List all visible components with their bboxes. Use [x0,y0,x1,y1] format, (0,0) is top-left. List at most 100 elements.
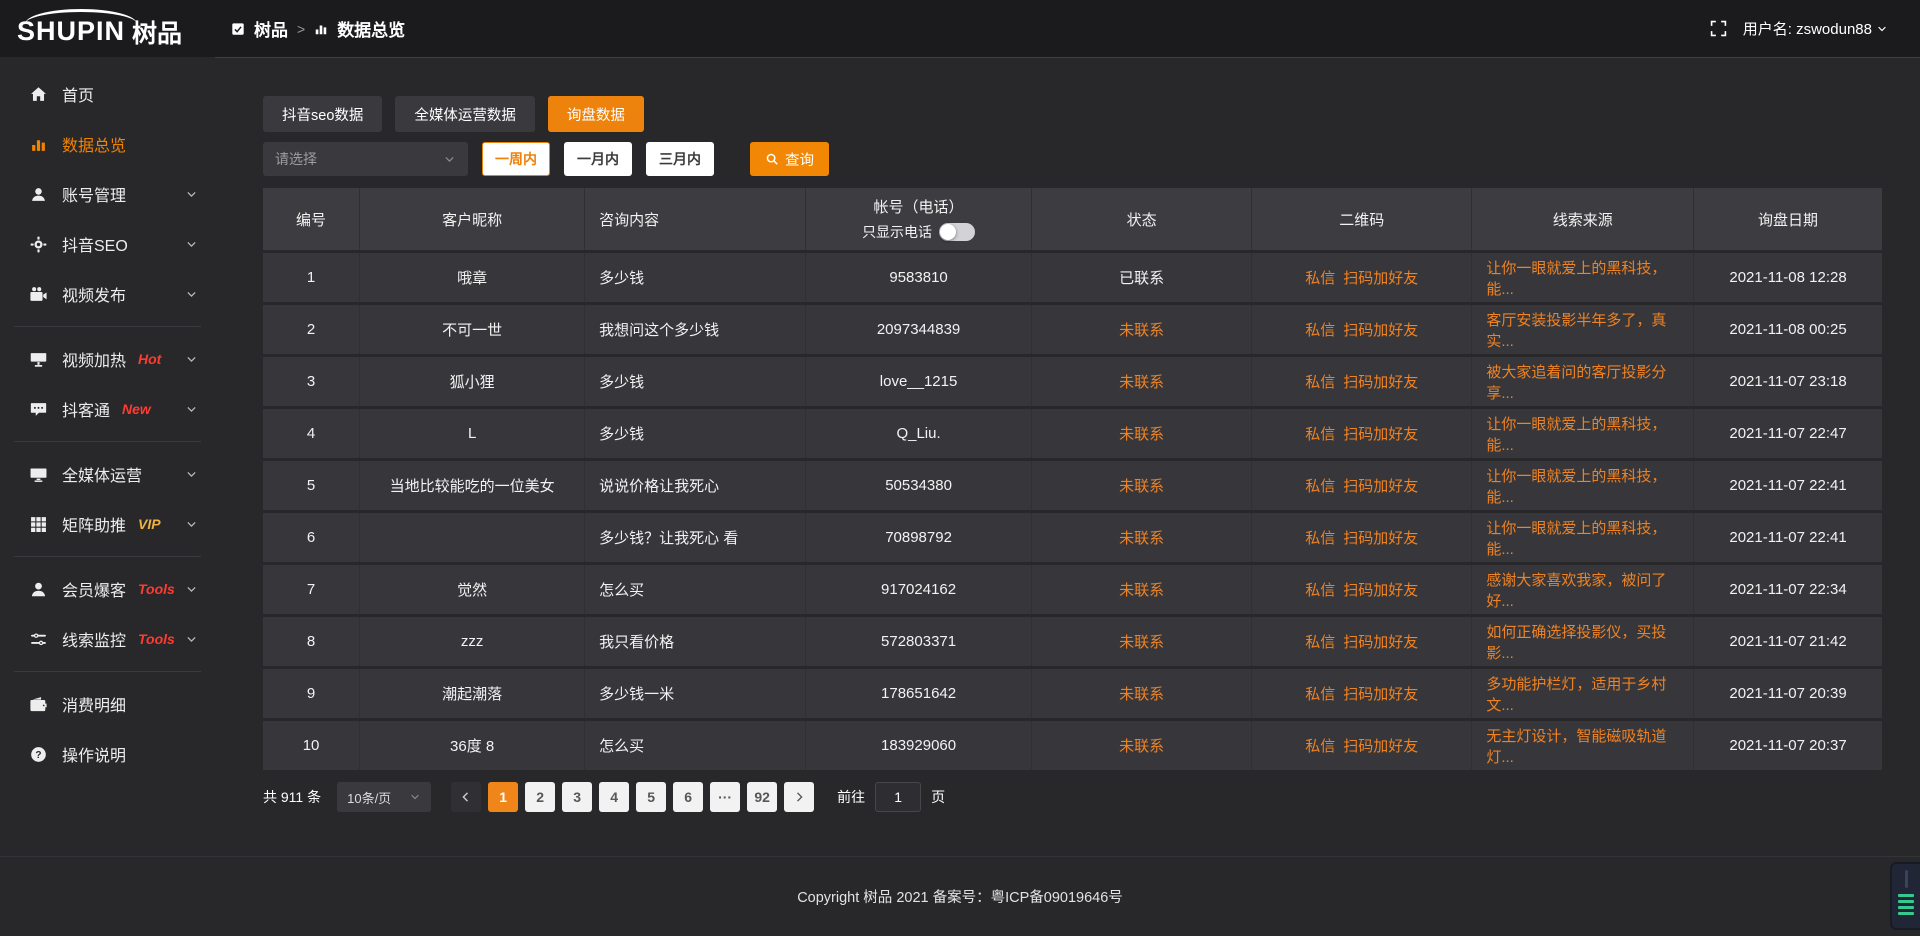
private-message-link[interactable]: 私信 [1305,319,1335,340]
sidebar-menu: 首页数据总览账号管理抖音SEO视频发布视频加热Hot抖客通New 全媒体运营矩阵助… [0,57,215,856]
sidebar-item-douketong[interactable]: 抖客通New [0,384,215,434]
sidebar-item-data-overview[interactable]: 数据总览 [0,119,215,169]
goto-page-input[interactable] [875,782,921,812]
page-ellipsis-button[interactable]: ··· [710,782,740,812]
search-button[interactable]: 查询 [750,142,829,176]
cell-source-link[interactable]: 让你一眼就爱上的黑科技，能... [1472,253,1694,302]
scan-add-friend-link[interactable]: 扫码加好友 [1343,475,1418,496]
app-logo[interactable]: SHUPIN 树品 [0,8,215,50]
cell-status: 未联系 [1032,617,1252,666]
tab-douyin-seo-data[interactable]: 抖音seo数据 [263,96,382,132]
cell-source-link[interactable]: 如何正确选择投影仪，买投影... [1472,617,1694,666]
cell-account: Q_Liu. [806,409,1032,458]
cell-source-link[interactable]: 无主灯设计，智能磁吸轨道灯... [1472,721,1694,770]
cell-nickname: 36度 8 [360,721,585,770]
cell-content: 我想问这个多少钱 [585,305,806,354]
col-header-source: 线索来源 [1472,188,1694,250]
floating-widget[interactable] [1890,862,1920,930]
cell-source-link[interactable]: 客厅安装投影半年多了，真实... [1472,305,1694,354]
col-header-status: 状态 [1032,188,1252,250]
toggle-knob [940,224,956,240]
cell-source-link[interactable]: 感谢大家喜欢我家，被问了好... [1472,565,1694,614]
widget-bar [1898,894,1914,897]
range-button-0[interactable]: 一周内 [482,142,550,176]
total-count: 共 911 条 [263,787,321,807]
private-message-link[interactable]: 私信 [1305,683,1335,704]
chevron-down-icon [185,288,198,301]
private-message-link[interactable]: 私信 [1305,579,1335,600]
scan-add-friend-link[interactable]: 扫码加好友 [1343,683,1418,704]
help-icon: ? [30,746,47,763]
cell-source-link[interactable]: 多功能护栏灯，适用于乡村文... [1472,669,1694,718]
cell-source-link[interactable]: 让你一眼就爱上的黑科技，能... [1472,513,1694,562]
next-page-button[interactable] [784,782,814,812]
svg-text:?: ? [35,750,41,761]
page-button-1[interactable]: 1 [488,782,518,812]
filter-select[interactable]: 请选择 [263,142,468,176]
chevron-down-icon [185,468,198,481]
scan-add-friend-link[interactable]: 扫码加好友 [1343,527,1418,548]
sidebar-item-member-burst[interactable]: 会员爆客Tools [0,564,215,614]
cell-id: 9 [263,669,360,718]
private-message-link[interactable]: 私信 [1305,475,1335,496]
page-button-2[interactable]: 2 [525,782,555,812]
cell-date: 2021-11-07 23:18 [1694,357,1882,406]
sidebar-item-video-heating[interactable]: 视频加热Hot [0,334,215,384]
private-message-link[interactable]: 私信 [1305,631,1335,652]
page-button-3[interactable]: 3 [562,782,592,812]
table-row: 9潮起潮落多少钱一米178651642未联系私信扫码加好友多功能护栏灯，适用于乡… [263,669,1882,718]
page-size-select[interactable]: 10条/页 [337,782,431,812]
breadcrumb-item-home[interactable]: 树品 [254,16,288,41]
phone-only-toggle[interactable] [939,223,975,241]
cell-source-link[interactable]: 被大家追着问的客厅投影分享... [1472,357,1694,406]
col-header-account-label: 帐号（电话） [874,196,964,217]
page-button-6[interactable]: 6 [673,782,703,812]
scan-add-friend-link[interactable]: 扫码加好友 [1343,735,1418,756]
cell-source-link[interactable]: 让你一眼就爱上的黑科技，能... [1472,461,1694,510]
sidebar-item-account-manage[interactable]: 账号管理 [0,169,215,219]
cell-source-link[interactable]: 让你一眼就爱上的黑科技，能... [1472,409,1694,458]
fullscreen-icon[interactable] [1710,20,1727,37]
cell-qrcode: 私信扫码加好友 [1252,253,1472,302]
range-button-2[interactable]: 三月内 [646,142,714,176]
range-button-1[interactable]: 一月内 [564,142,632,176]
chevron-down-icon [185,518,198,531]
page-size-value: 10条/页 [347,788,391,807]
sidebar-item-consume-detail[interactable]: 消费明细 [0,679,215,729]
scan-add-friend-link[interactable]: 扫码加好友 [1343,267,1418,288]
scan-add-friend-link[interactable]: 扫码加好友 [1343,371,1418,392]
scan-add-friend-link[interactable]: 扫码加好友 [1343,579,1418,600]
page-button-92[interactable]: 92 [747,782,777,812]
private-message-link[interactable]: 私信 [1305,371,1335,392]
sidebar-item-home[interactable]: 首页 [0,69,215,119]
cell-content: 多少钱？让我死心 看 [585,513,806,562]
scan-add-friend-link[interactable]: 扫码加好友 [1343,319,1418,340]
cell-content: 怎么买 [585,565,806,614]
sidebar-item-media-operation[interactable]: 全媒体运营 [0,449,215,499]
prev-page-button[interactable] [451,782,481,812]
sidebar-item-douyin-seo[interactable]: 抖音SEO [0,219,215,269]
sidebar-item-badge: Tools [138,631,175,647]
page-button-4[interactable]: 4 [599,782,629,812]
tab-inquiry-data[interactable]: 询盘数据 [548,96,644,132]
user-menu[interactable]: 用户名: zswodun88 [1743,18,1888,39]
sidebar-item-video-publish[interactable]: 视频发布 [0,269,215,319]
private-message-link[interactable]: 私信 [1305,423,1335,444]
cell-qrcode: 私信扫码加好友 [1252,305,1472,354]
sidebar-item-badge: Tools [138,581,175,597]
sidebar-item-clue-monitor[interactable]: 线索监控Tools [0,614,215,664]
scan-add-friend-link[interactable]: 扫码加好友 [1343,631,1418,652]
table-row: 3狐小狸多少钱love__1215未联系私信扫码加好友被大家追着问的客厅投影分享… [263,357,1882,406]
private-message-link[interactable]: 私信 [1305,267,1335,288]
private-message-link[interactable]: 私信 [1305,527,1335,548]
cell-id: 8 [263,617,360,666]
sidebar-item-matrix-boost[interactable]: 矩阵助推VIP [0,499,215,549]
sidebar-item-label: 首页 [62,82,94,106]
sidebar-item-operation-guide[interactable]: ?操作说明 [0,729,215,779]
private-message-link[interactable]: 私信 [1305,735,1335,756]
tab-media-operation-data[interactable]: 全媒体运营数据 [395,96,535,132]
cell-date: 2021-11-07 20:37 [1694,721,1882,770]
cell-status: 未联系 [1032,305,1252,354]
page-button-5[interactable]: 5 [636,782,666,812]
scan-add-friend-link[interactable]: 扫码加好友 [1343,423,1418,444]
